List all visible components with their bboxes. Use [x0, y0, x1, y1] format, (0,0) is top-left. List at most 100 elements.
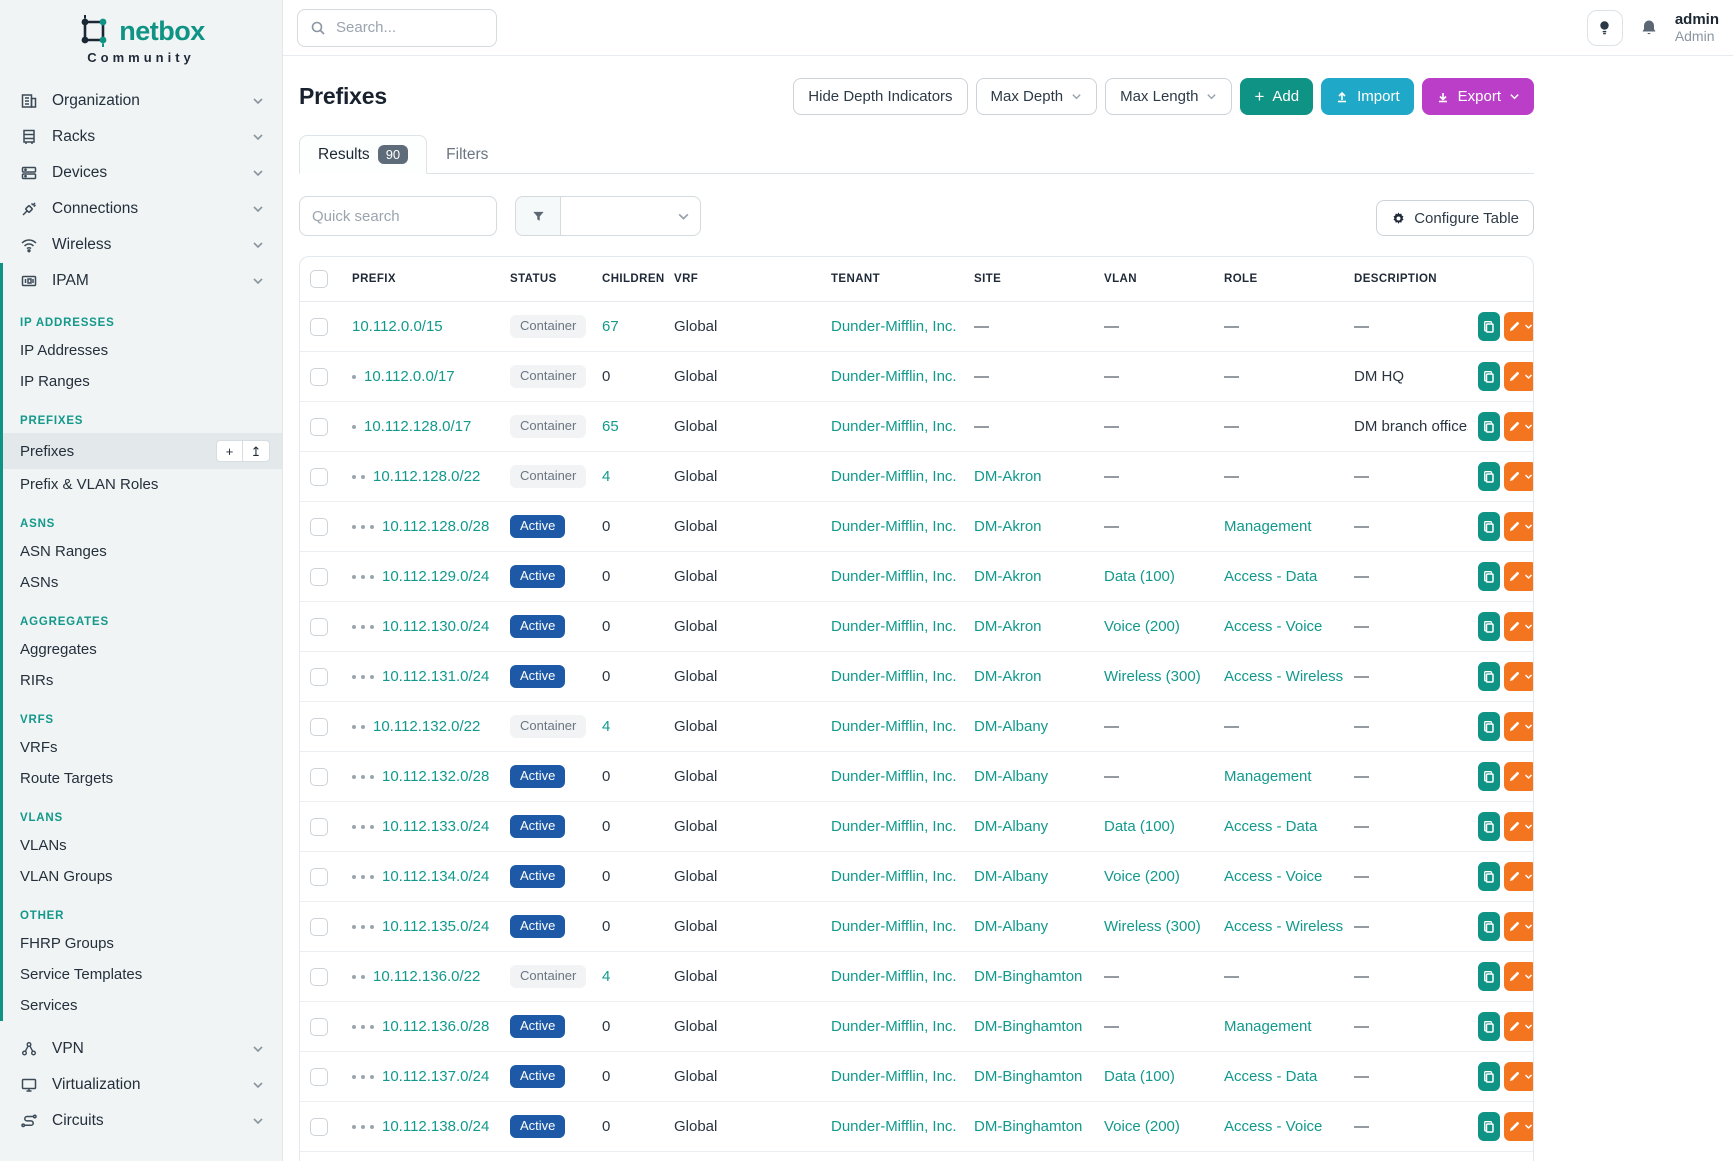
- prefix-import-button[interactable]: ↥: [243, 440, 270, 462]
- row-checkbox[interactable]: [310, 868, 328, 886]
- column-header-role[interactable]: ROLE: [1214, 257, 1344, 302]
- sidebar-item-virtualization[interactable]: Virtualization: [0, 1067, 282, 1103]
- sidebar-item-services[interactable]: Services: [3, 990, 282, 1021]
- tenant-link[interactable]: Dunder-Mifflin, Inc.: [831, 718, 957, 735]
- sidebar-item-vlans[interactable]: VLANs: [3, 830, 282, 861]
- children-count[interactable]: 65: [602, 418, 619, 435]
- tenant-link[interactable]: Dunder-Mifflin, Inc.: [831, 968, 957, 985]
- edit-button[interactable]: [1504, 1112, 1534, 1141]
- site-value[interactable]: DM-Akron: [974, 518, 1042, 535]
- clone-button[interactable]: [1478, 762, 1500, 791]
- column-header-vrf[interactable]: VRF: [664, 257, 821, 302]
- tenant-link[interactable]: Dunder-Mifflin, Inc.: [831, 1018, 957, 1035]
- tab-filters[interactable]: Filters: [427, 135, 507, 174]
- vlan-value[interactable]: Data (100): [1104, 1068, 1175, 1085]
- prefix-link[interactable]: 10.112.129.0/24: [382, 568, 489, 585]
- column-header-site[interactable]: SITE: [964, 257, 1094, 302]
- site-value[interactable]: DM-Binghamton: [974, 1068, 1082, 1085]
- sidebar-item-wireless[interactable]: Wireless: [0, 227, 282, 263]
- role-value[interactable]: Access - Wireless: [1224, 918, 1343, 935]
- sidebar-item-racks[interactable]: Racks: [0, 119, 282, 155]
- sidebar-item-vrfs[interactable]: VRFs: [3, 732, 282, 763]
- clone-button[interactable]: [1478, 912, 1500, 941]
- vlan-value[interactable]: Data (100): [1104, 568, 1175, 585]
- sidebar-item-vpn[interactable]: VPN: [0, 1031, 282, 1067]
- edit-button[interactable]: [1504, 1012, 1534, 1041]
- row-checkbox[interactable]: [310, 668, 328, 686]
- clone-button[interactable]: [1478, 312, 1500, 341]
- site-value[interactable]: DM-Binghamton: [974, 968, 1082, 985]
- edit-button[interactable]: [1504, 462, 1534, 491]
- tenant-link[interactable]: Dunder-Mifflin, Inc.: [831, 468, 957, 485]
- prefix-link[interactable]: 10.112.130.0/24: [382, 618, 489, 635]
- prefix-link[interactable]: 10.112.132.0/22: [373, 718, 480, 735]
- site-value[interactable]: DM-Binghamton: [974, 1118, 1082, 1135]
- search-input[interactable]: [336, 19, 484, 36]
- column-header-vlan[interactable]: VLAN: [1094, 257, 1214, 302]
- role-value[interactable]: Access - Voice: [1224, 1118, 1322, 1135]
- vlan-value[interactable]: Voice (200): [1104, 868, 1180, 885]
- clone-button[interactable]: [1478, 612, 1500, 641]
- column-header-prefix[interactable]: PREFIX: [342, 257, 500, 302]
- sidebar-item-ip-ranges[interactable]: IP Ranges: [3, 366, 282, 397]
- role-value[interactable]: Access - Voice: [1224, 618, 1322, 635]
- prefix-link[interactable]: 10.112.136.0/22: [373, 968, 480, 985]
- tenant-link[interactable]: Dunder-Mifflin, Inc.: [831, 918, 957, 935]
- edit-button[interactable]: [1504, 362, 1534, 391]
- row-checkbox[interactable]: [310, 1118, 328, 1136]
- prefix-link[interactable]: 10.112.132.0/28: [382, 768, 489, 785]
- role-value[interactable]: Access - Voice: [1224, 868, 1322, 885]
- sidebar-item-organization[interactable]: Organization: [0, 83, 282, 119]
- sidebar-item-prefixes[interactable]: Prefixes+↥: [3, 433, 282, 469]
- column-header-children[interactable]: CHILDREN: [592, 257, 664, 302]
- vlan-value[interactable]: Wireless (300): [1104, 668, 1201, 685]
- sidebar-item-service-templates[interactable]: Service Templates: [3, 959, 282, 990]
- prefix-link[interactable]: 10.112.134.0/24: [382, 868, 489, 885]
- sidebar-item-rirs[interactable]: RIRs: [3, 665, 282, 696]
- tenant-link[interactable]: Dunder-Mifflin, Inc.: [831, 418, 957, 435]
- row-checkbox[interactable]: [310, 918, 328, 936]
- site-value[interactable]: DM-Albany: [974, 768, 1048, 785]
- site-value[interactable]: DM-Akron: [974, 568, 1042, 585]
- prefix-link[interactable]: 10.112.128.0/28: [382, 518, 489, 535]
- edit-button[interactable]: [1504, 712, 1534, 741]
- edit-button[interactable]: [1504, 662, 1534, 691]
- filter-button[interactable]: [515, 196, 561, 236]
- row-checkbox[interactable]: [310, 718, 328, 736]
- tenant-link[interactable]: Dunder-Mifflin, Inc.: [831, 668, 957, 685]
- tenant-link[interactable]: Dunder-Mifflin, Inc.: [831, 568, 957, 585]
- sidebar-item-prefix-vlan-roles[interactable]: Prefix & VLAN Roles: [3, 469, 282, 500]
- role-value[interactable]: Access - Data: [1224, 818, 1317, 835]
- tenant-link[interactable]: Dunder-Mifflin, Inc.: [831, 1118, 957, 1135]
- row-checkbox[interactable]: [310, 318, 328, 336]
- sidebar-item-devices[interactable]: Devices: [0, 155, 282, 191]
- tenant-link[interactable]: Dunder-Mifflin, Inc.: [831, 618, 957, 635]
- role-value[interactable]: Management: [1224, 768, 1312, 785]
- hide-depth-indicators-button[interactable]: Hide Depth Indicators: [793, 78, 967, 115]
- clone-button[interactable]: [1478, 962, 1500, 991]
- prefix-add-button[interactable]: +: [216, 440, 243, 462]
- sidebar-item-ipam[interactable]: IPAM: [3, 263, 282, 299]
- row-checkbox[interactable]: [310, 818, 328, 836]
- vlan-value[interactable]: Voice (200): [1104, 1118, 1180, 1135]
- role-value[interactable]: Access - Wireless: [1224, 668, 1343, 685]
- children-count[interactable]: 67: [602, 318, 619, 335]
- vlan-value[interactable]: Data (100): [1104, 818, 1175, 835]
- tenant-link[interactable]: Dunder-Mifflin, Inc.: [831, 318, 957, 335]
- prefix-link[interactable]: 10.112.137.0/24: [382, 1068, 489, 1085]
- edit-button[interactable]: [1504, 912, 1534, 941]
- tenant-link[interactable]: Dunder-Mifflin, Inc.: [831, 768, 957, 785]
- role-value[interactable]: Access - Data: [1224, 1068, 1317, 1085]
- clone-button[interactable]: [1478, 412, 1500, 441]
- prefix-link[interactable]: 10.112.133.0/24: [382, 818, 489, 835]
- sidebar-item-vlan-groups[interactable]: VLAN Groups: [3, 861, 282, 892]
- children-count[interactable]: 4: [602, 468, 610, 485]
- site-value[interactable]: DM-Albany: [974, 868, 1048, 885]
- edit-button[interactable]: [1504, 612, 1534, 641]
- edit-button[interactable]: [1504, 812, 1534, 841]
- clone-button[interactable]: [1478, 562, 1500, 591]
- sidebar-item-ip-addresses[interactable]: IP Addresses: [3, 335, 282, 366]
- site-value[interactable]: DM-Binghamton: [974, 1018, 1082, 1035]
- column-header-status[interactable]: STATUS: [500, 257, 592, 302]
- edit-button[interactable]: [1504, 1062, 1534, 1091]
